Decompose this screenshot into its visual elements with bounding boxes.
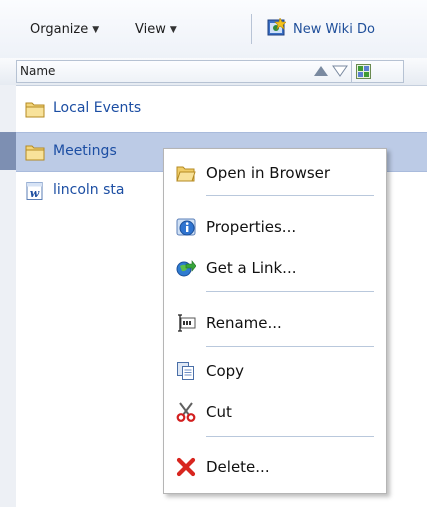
menu-item-properties[interactable]: Properties... <box>164 209 386 245</box>
menu-item-label: Copy <box>206 362 245 380</box>
toolbar-divider <box>251 14 252 44</box>
menu-separator <box>206 291 374 292</box>
chevron-down-icon: ▼ <box>92 25 100 35</box>
name-column-header[interactable]: Name <box>16 60 404 83</box>
folder-icon <box>25 145 45 161</box>
menu-item-open-in-browser[interactable]: Open in Browser <box>164 155 386 191</box>
word-document-icon: w <box>26 182 43 200</box>
menu-item-label: Rename... <box>206 314 282 332</box>
info-icon <box>176 218 196 236</box>
list-item-label[interactable]: lincoln sta <box>53 182 125 198</box>
chevron-down-icon: ▼ <box>169 25 177 35</box>
view-label: View <box>135 22 166 37</box>
menu-item-delete[interactable]: Delete... <box>164 449 386 485</box>
menu-separator <box>206 346 374 347</box>
menu-item-rename[interactable]: Rename... <box>164 305 386 341</box>
name-column-label: Name <box>20 64 56 78</box>
menu-item-label: Properties... <box>206 218 297 236</box>
menu-separator <box>206 195 374 196</box>
link-icon <box>176 260 196 277</box>
context-menu: Open in Browser Properties... Get a Link… <box>163 148 387 494</box>
copy-icon <box>177 362 194 380</box>
menu-item-copy[interactable]: Copy <box>164 353 386 389</box>
scissors-icon <box>176 402 196 422</box>
menu-item-label: Delete... <box>206 458 270 476</box>
list-item-label[interactable]: Meetings <box>53 143 117 159</box>
svg-text:w: w <box>30 187 40 200</box>
list-item[interactable]: Local Events <box>16 90 427 128</box>
organize-label: Organize <box>30 22 89 37</box>
menu-item-get-a-link[interactable]: Get a Link... <box>164 250 386 286</box>
open-folder-icon <box>176 166 196 182</box>
view-menu-button[interactable]: View ▼ <box>135 22 177 37</box>
toolbar: Organize ▼ View ▼ New Wiki Do <box>0 0 427 59</box>
column-chooser-icon[interactable] <box>356 64 371 79</box>
sort-ascending-icon[interactable] <box>314 66 328 76</box>
organize-menu-button[interactable]: Organize ▼ <box>30 22 99 37</box>
delete-icon <box>176 457 196 477</box>
menu-separator <box>206 436 374 437</box>
menu-item-label: Cut <box>206 403 232 421</box>
new-wiki-label: New Wiki Do <box>293 22 375 37</box>
column-divider <box>351 61 352 82</box>
menu-item-cut[interactable]: Cut <box>164 394 386 430</box>
sort-descending-icon[interactable] <box>331 65 349 77</box>
rename-icon <box>178 314 196 332</box>
menu-item-label: Get a Link... <box>206 259 297 277</box>
column-header-bar: Name <box>0 58 427 86</box>
selected-row-gutter <box>0 132 16 170</box>
list-item-label[interactable]: Local Events <box>53 100 141 116</box>
folder-icon <box>25 102 45 118</box>
new-wiki-icon <box>267 18 286 36</box>
menu-item-label: Open in Browser <box>206 164 331 182</box>
